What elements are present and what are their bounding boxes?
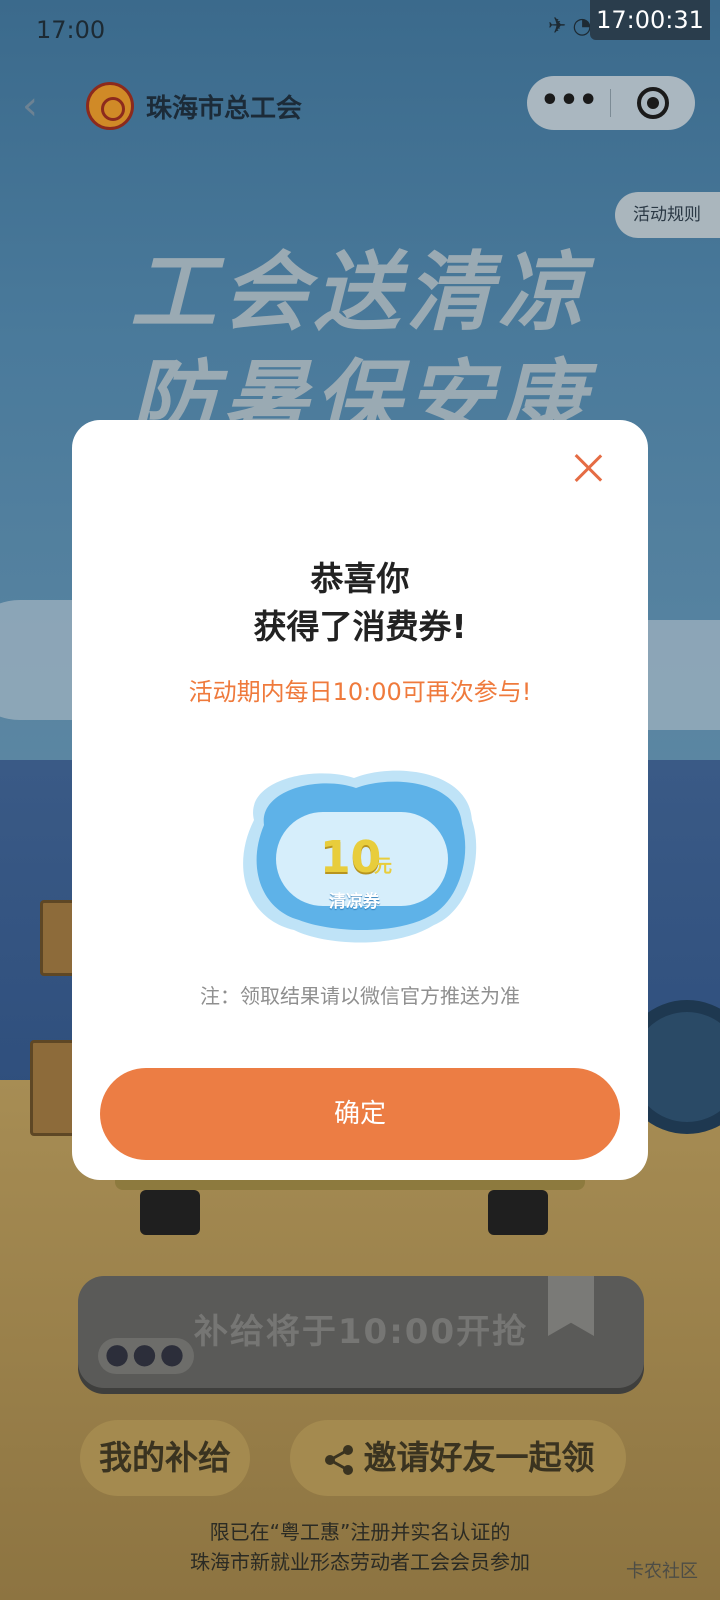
modal-title-line2: 获得了消费券! [253,607,467,646]
reward-modal: 恭喜你 获得了消费券! 活动期内每日10:00可再次参与! 10 元 清凉券 注… [72,420,648,1180]
voucher-unit: 元 [374,856,392,877]
modal-title-line1: 恭喜你 [310,559,410,598]
modal-note: 注：领取结果请以微信官方推送为准 [200,984,520,1008]
close-icon[interactable] [568,448,608,488]
voucher-amount: 10 [320,832,382,883]
modal-subtitle: 活动期内每日10:00可再次参与! [188,678,532,706]
confirm-button[interactable]: 确定 [100,1068,620,1160]
voucher-image: 10 元 清凉券 [234,760,484,950]
voucher-name: 清凉券 [329,892,380,912]
